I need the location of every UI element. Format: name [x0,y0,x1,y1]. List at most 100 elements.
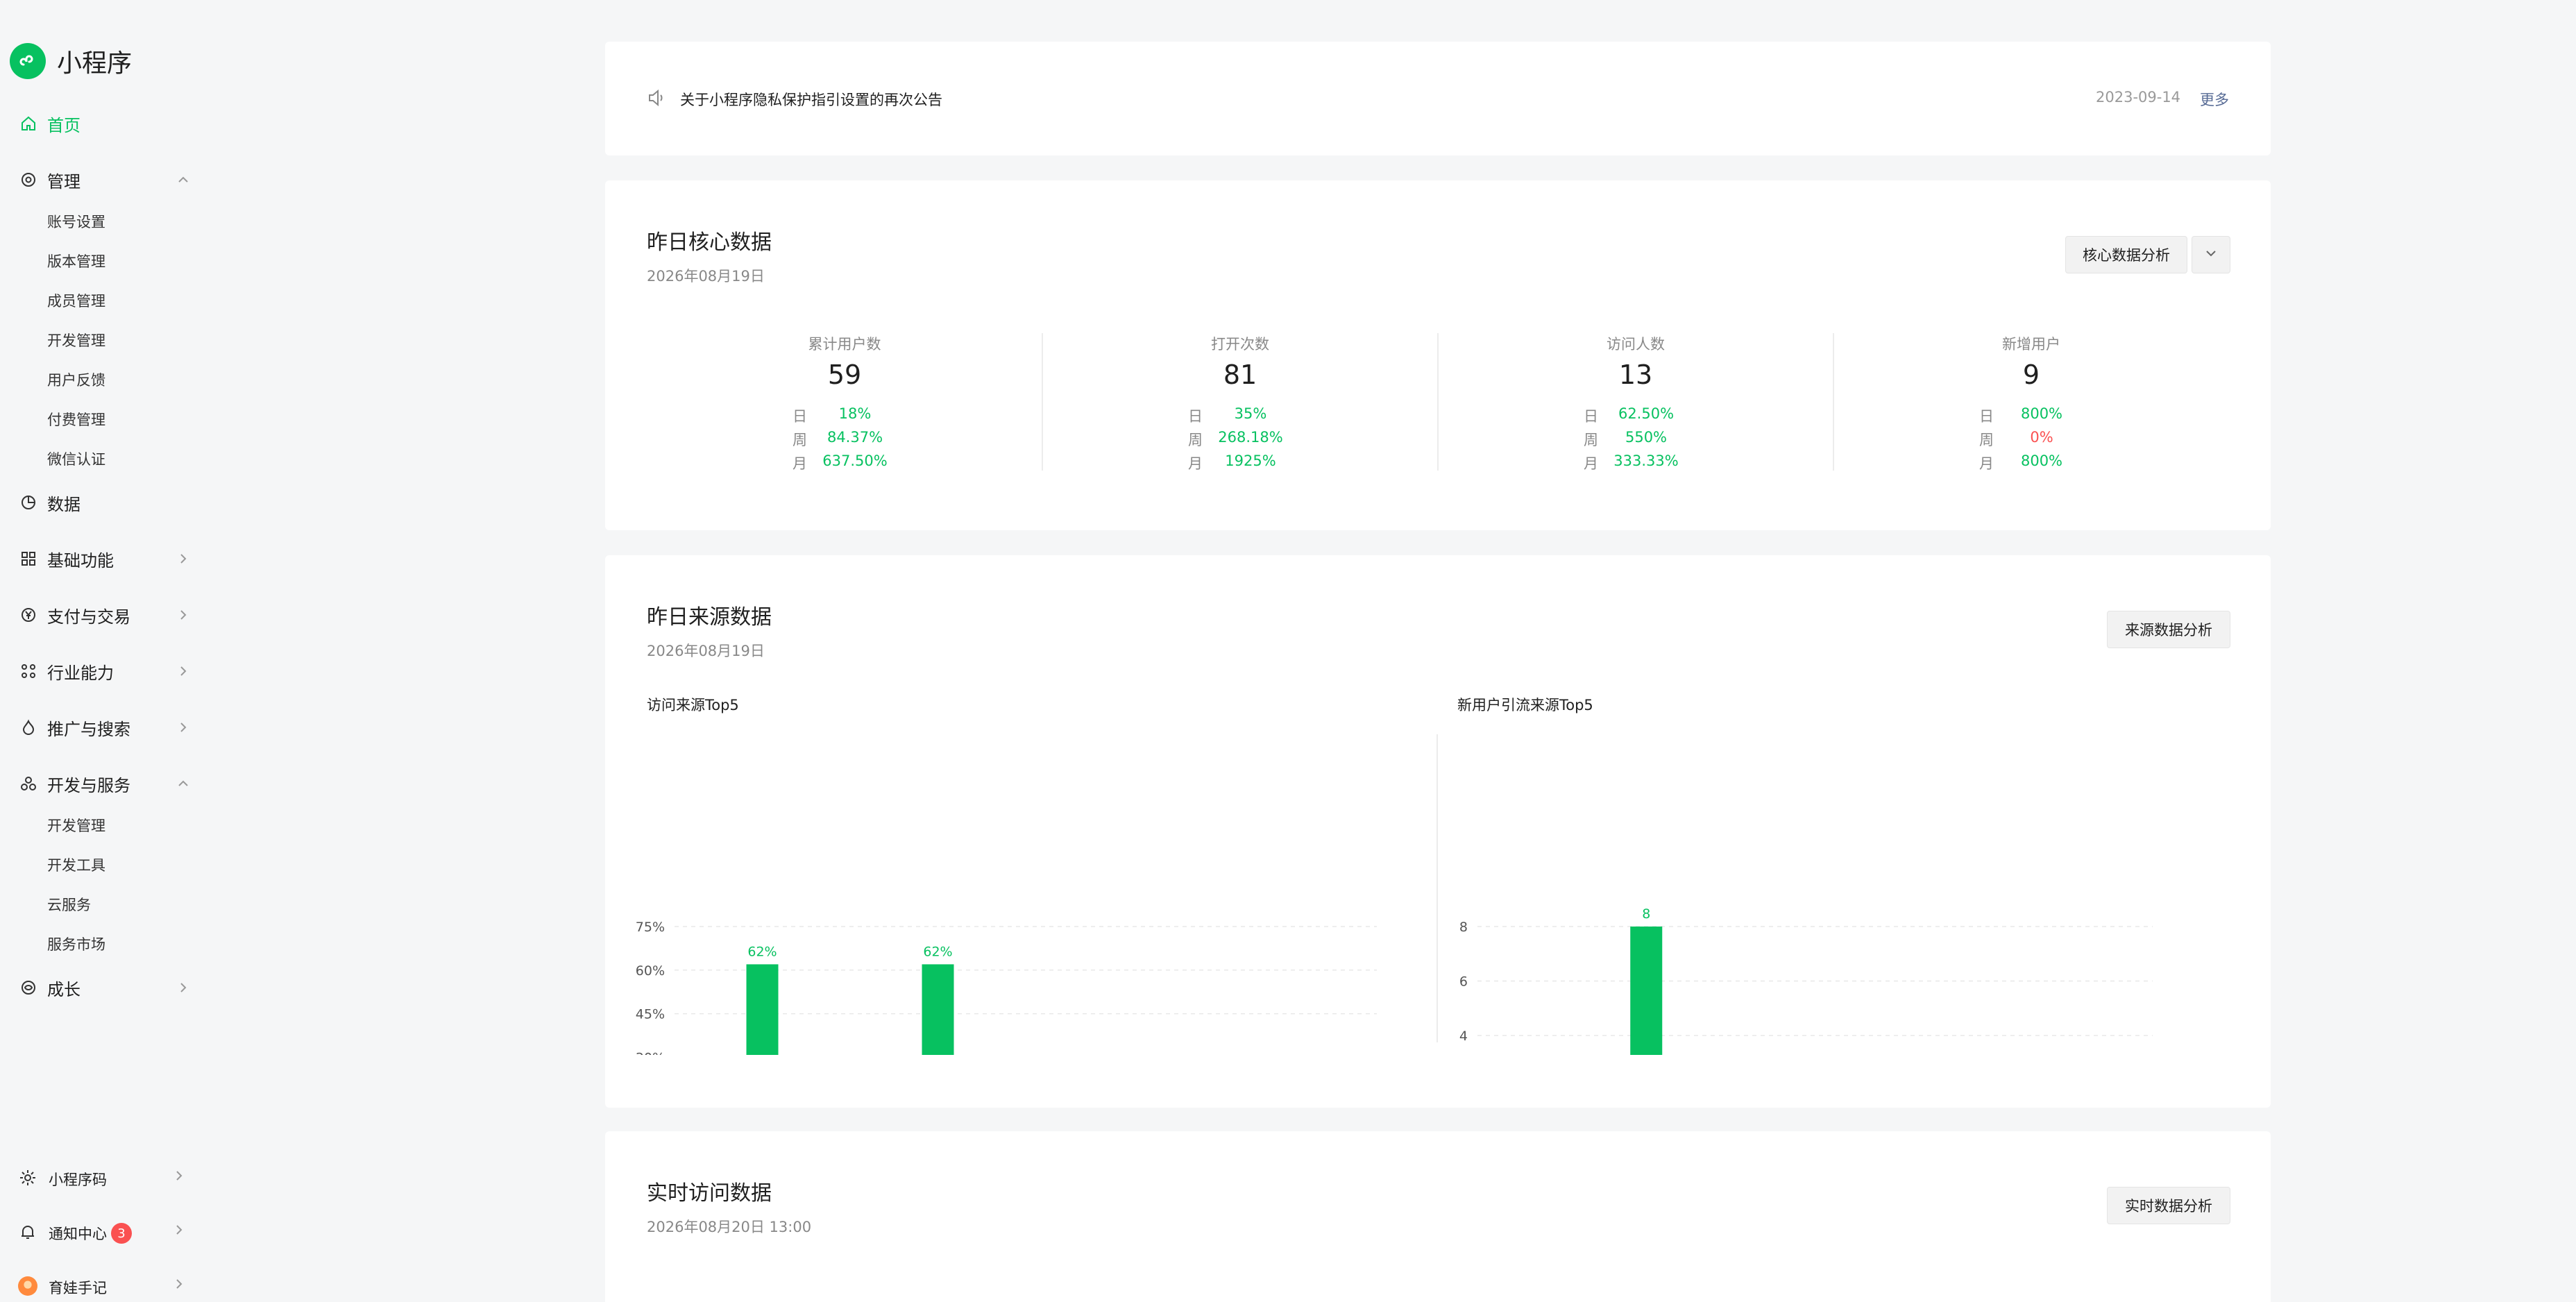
notification-count-badge: 3 [111,1223,132,1244]
nav-account[interactable]: 育娃手记 [0,1266,201,1302]
sidebar-item-account-settings[interactable]: 账号设置 [47,208,105,236]
nav-notifications[interactable]: 通知中心 3 [0,1212,201,1251]
visit-source-chart: 0%15%30%45%60%75%62%任务栏62%手机端搜索15%小程序功能8… [636,920,1377,1055]
stat-visitors: 访问人数 13 日 62.50% 周 550% 月 333.33% [1438,333,1833,472]
chevron-right-icon [175,607,192,623]
core-data-title: 昨日核心数据 [647,230,772,255]
sidebar-item-dev-manage-2[interactable]: 开发管理 [47,812,105,840]
stat-row-month: 月 800% [1833,453,2229,473]
stat-row-day: 日 18% [647,405,1042,426]
app-logo[interactable]: 小程序 [10,43,132,79]
grid-icon [19,550,37,568]
stat-row-value: 18% [838,405,872,422]
stat-row-key: 周 [1584,432,1598,448]
nav-growth-label: 成长 [47,979,80,999]
stat-row-value: 1925% [1225,453,1276,469]
nav-manage[interactable]: 管理 [0,160,201,199]
sidebar-item-cloud-service[interactable]: 云服务 [47,891,91,919]
stat-row-key: 周 [1188,432,1203,448]
source-data-card: 昨日来源数据 2026年08月19日 来源数据分析 访问来源Top5 新用户引流… [605,555,2271,1108]
stat-row-day: 日 35% [1042,405,1438,426]
core-dropdown-button[interactable] [2192,236,2230,273]
stat-row-key: 月 [1584,455,1598,472]
bar-data-label: 62% [747,944,777,959]
stat-value: 9 [2022,360,2040,390]
nav-qrcode-label: 小程序码 [49,1172,107,1188]
home-icon [19,115,37,133]
stat-new-users: 新增用户 9 日 800% 周 0% 月 800% [1833,333,2229,472]
miniprogram-logo-icon [10,43,46,79]
nav-qrcode[interactable]: 小程序码 [0,1158,201,1197]
chevron-right-icon [175,719,192,736]
sidebar-item-dev-tools[interactable]: 开发工具 [47,852,105,879]
core-analysis-button[interactable]: 核心数据分析 [2065,236,2187,273]
nav-home[interactable]: 首页 [0,104,201,143]
nav-payment[interactable]: 支付与交易 [0,595,201,634]
nav-payment-label: 支付与交易 [47,607,130,627]
notice-text[interactable]: 关于小程序隐私保护指引设置的再次公告 [680,89,942,110]
stat-row-key: 日 [1188,408,1203,425]
nav-data[interactable]: 数据 [0,483,201,522]
realtime-analysis-button[interactable]: 实时数据分析 [2107,1187,2230,1224]
realtime-data-title: 实时访问数据 [647,1181,772,1206]
y-tick-label: 45% [636,1007,665,1022]
nav-promotion[interactable]: 推广与搜索 [0,708,201,747]
avatar [18,1276,37,1296]
nav-notifications-label: 通知中心 [49,1226,107,1242]
nav-basic-features[interactable]: 基础功能 [0,539,201,578]
stat-value: 59 [827,360,862,390]
growth-icon [19,979,37,997]
core-data-date: 2026年08月19日 [647,268,765,285]
nav-industry[interactable]: 行业能力 [0,652,201,691]
sidebar-item-version-manage[interactable]: 版本管理 [47,248,105,276]
nav-account-label: 育娃手记 [49,1280,107,1296]
sidebar-item-payment-manage[interactable]: 付费管理 [47,406,105,434]
stat-value: 81 [1223,360,1257,390]
source-analysis-button[interactable]: 来源数据分析 [2107,611,2230,648]
y-tick-label: 30% [636,1050,665,1055]
bar-data-label: 8 [1642,906,1650,922]
chevron-right-icon [175,550,192,567]
core-data-card: 昨日核心数据 2026年08月19日 核心数据分析 累计用户数 59 日 18% … [605,180,2271,530]
sidebar-item-service-market[interactable]: 服务市场 [47,931,105,958]
nav-promotion-label: 推广与搜索 [47,719,130,739]
nav-growth[interactable]: 成长 [0,968,201,1007]
nav-basic-label: 基础功能 [47,550,114,570]
stat-row-key: 日 [1979,408,1994,425]
app-name: 小程序 [57,49,133,78]
stat-row-week: 周 550% [1438,429,1833,450]
nav-dev-service[interactable]: 开发与服务 [0,764,201,803]
bell-icon [18,1222,37,1242]
chevron-up-icon [175,171,192,188]
flame-icon [19,718,37,736]
nav-industry-label: 行业能力 [47,663,114,683]
y-tick-label: 60% [636,963,665,979]
stat-row-key: 周 [1979,432,1994,448]
y-tick-label: 75% [636,920,665,935]
sidebar-item-wechat-verify[interactable]: 微信认证 [47,446,105,473]
stat-row-week: 周 268.18% [1042,429,1438,450]
stat-row-value: 0% [2030,429,2053,446]
chevron-down-icon [2204,246,2218,264]
stat-label: 访问人数 [1607,336,1665,353]
stat-row-key: 月 [1188,455,1203,472]
sidebar-item-member-manage[interactable]: 成员管理 [47,287,105,315]
speaker-icon [647,87,669,110]
stat-row-day: 日 800% [1833,405,2229,426]
chevron-right-icon [172,1223,189,1240]
chart-title-visit-source: 访问来源Top5 [647,697,739,713]
stat-row-value: 333.33% [1613,453,1679,469]
y-tick-label: 8 [1459,920,1468,935]
dev-service-icon [19,775,37,793]
settings-icon [19,171,37,189]
chevron-right-icon [172,1277,189,1294]
sidebar-item-dev-manage[interactable]: 开发管理 [47,327,105,355]
stat-label: 累计用户数 [808,336,881,353]
stat-open-count: 打开次数 81 日 35% 周 268.18% 月 1925% [1042,333,1438,472]
sidebar-item-feedback[interactable]: 用户反馈 [47,366,105,394]
stat-row-value: 550% [1625,429,1668,446]
bar [1630,927,1663,1055]
realtime-data-card: 实时访问数据 2026年08月20日 13:00 实时数据分析 [605,1131,2271,1302]
chart-divider [1437,734,1438,1042]
notice-more-link[interactable]: 更多 [2200,89,2229,110]
